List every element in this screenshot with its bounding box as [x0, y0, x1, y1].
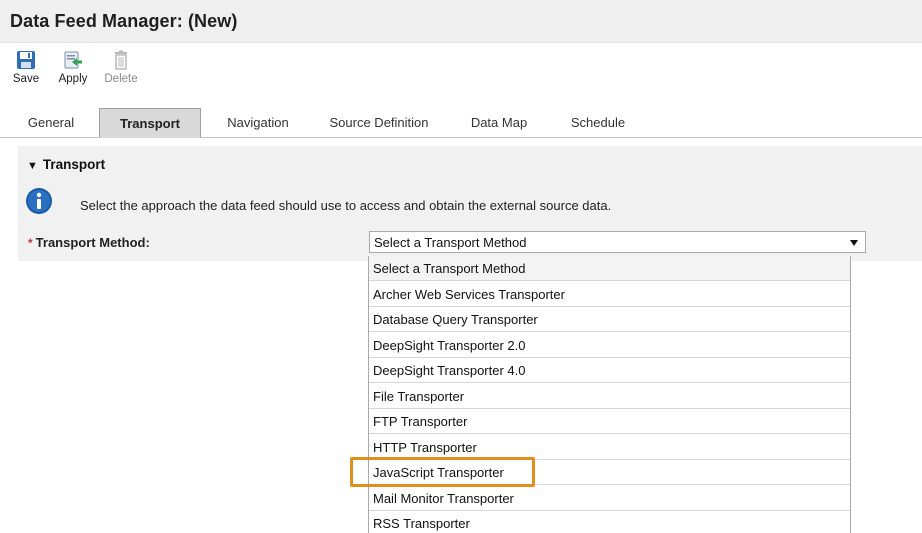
- transport-method-label-text: Transport Method:: [35, 235, 150, 250]
- option-label: Database Query Transporter: [373, 312, 538, 327]
- info-text: Select the approach the data feed should…: [80, 198, 612, 213]
- delete-button[interactable]: Delete: [103, 50, 139, 85]
- option-label: JavaScript Transporter: [373, 465, 504, 480]
- dropdown-option[interactable]: FTP Transporter: [369, 409, 850, 434]
- save-label: Save: [12, 73, 40, 85]
- title-bar: Data Feed Manager: (New): [0, 0, 922, 43]
- dropdown-option[interactable]: Database Query Transporter: [369, 307, 850, 332]
- option-label: DeepSight Transporter 4.0: [373, 363, 526, 378]
- dropdown-option[interactable]: Mail Monitor Transporter: [369, 486, 850, 511]
- option-label: Mail Monitor Transporter: [373, 490, 514, 506]
- tab-navigation[interactable]: Navigation: [216, 108, 300, 138]
- toolbar: Save Apply Delete: [0, 44, 922, 92]
- select-value: Select a Transport Method: [374, 235, 527, 250]
- option-label: DeepSight Transporter 2.0: [373, 337, 526, 353]
- dropdown-option[interactable]: File Transporter: [369, 384, 850, 409]
- dropdown-option[interactable]: Select a Transport Method: [369, 256, 850, 281]
- option-label: Select a Transport Method: [373, 261, 526, 276]
- transport-method-label: * Transport Method:: [28, 235, 150, 250]
- dropdown-option[interactable]: HTTP Transporter: [369, 435, 850, 460]
- dropdown-option[interactable]: DeepSight Transporter 4.0: [369, 358, 850, 383]
- transport-section-header[interactable]: ▼ Transport: [27, 157, 105, 172]
- dropdown-option[interactable]: DeepSight Transporter 2.0: [369, 333, 850, 358]
- apply-label: Apply: [58, 73, 88, 85]
- option-label: File Transporter: [373, 388, 465, 404]
- option-label: Archer Web Services Transporter: [373, 286, 565, 302]
- transport-method-dropdown: Select a Transport Method Archer Web Ser…: [368, 256, 851, 533]
- option-label: HTTP Transporter: [373, 439, 477, 455]
- transport-panel: ▼ Transport Select the approach the data …: [18, 146, 922, 261]
- apply-icon: [64, 51, 82, 69]
- dropdown-option-highlighted[interactable]: JavaScript Transporter: [369, 460, 850, 485]
- chevron-down-icon: [850, 240, 858, 246]
- trash-icon: [115, 50, 127, 70]
- dropdown-option[interactable]: Archer Web Services Transporter: [369, 282, 850, 307]
- required-marker: *: [28, 236, 33, 250]
- info-icon: [26, 188, 52, 214]
- collapse-triangle-icon: ▼: [27, 160, 38, 172]
- delete-label: Delete: [104, 73, 138, 85]
- dropdown-option[interactable]: RSS Transporter: [369, 511, 850, 533]
- option-label: RSS Transporter: [373, 516, 470, 531]
- tab-data-map[interactable]: Data Map: [458, 108, 540, 138]
- save-disk-icon: [17, 51, 35, 69]
- save-button[interactable]: Save: [8, 50, 44, 85]
- tab-source-definition[interactable]: Source Definition: [315, 108, 443, 138]
- transport-method-select[interactable]: Select a Transport Method: [369, 231, 866, 253]
- tab-transport[interactable]: Transport: [99, 108, 201, 138]
- tab-bar: General Transport Navigation Source Defi…: [0, 108, 922, 138]
- tab-general[interactable]: General: [18, 108, 84, 138]
- page-title: Data Feed Manager: (New): [10, 11, 238, 31]
- apply-button[interactable]: Apply: [55, 50, 91, 85]
- option-label: FTP Transporter: [373, 414, 468, 429]
- tab-schedule[interactable]: Schedule: [555, 108, 641, 138]
- section-title: Transport: [42, 157, 106, 172]
